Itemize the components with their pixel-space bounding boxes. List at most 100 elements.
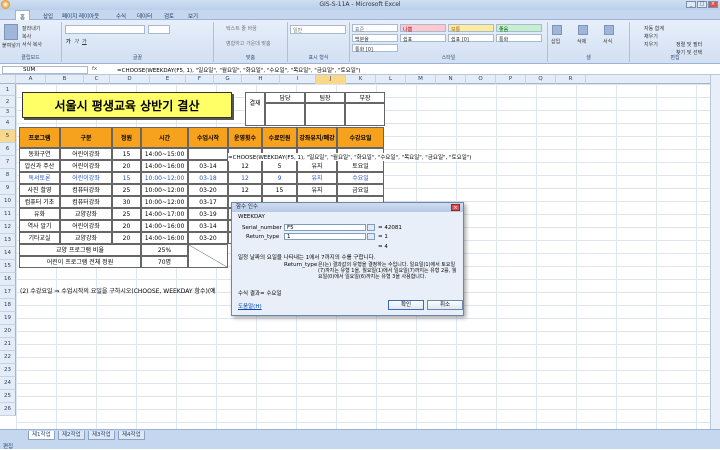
wrap-text-button[interactable]: 텍스트 줄 바꿈: [226, 25, 257, 32]
cancel-button[interactable]: 취소: [427, 300, 463, 310]
tab-insert[interactable]: 삽입: [43, 12, 53, 20]
cell-sessions[interactable]: 12: [228, 172, 262, 184]
sign-staff[interactable]: [265, 103, 305, 126]
header-weekday[interactable]: 수강요일: [337, 127, 384, 148]
underline-button[interactable]: 가: [82, 38, 87, 45]
column-header-f[interactable]: F: [186, 75, 214, 84]
column-header-g[interactable]: G: [214, 75, 242, 84]
cell-program[interactable]: 독서토론: [19, 172, 60, 184]
column-header-q[interactable]: Q: [526, 75, 556, 84]
cell-status[interactable]: 유지: [297, 172, 337, 184]
column-header-a[interactable]: A: [16, 75, 46, 84]
row-header-3[interactable]: 3: [0, 108, 16, 117]
select-all-corner[interactable]: [0, 75, 16, 84]
column-header-r[interactable]: R: [556, 75, 586, 84]
autosum-button[interactable]: 자동 합계: [644, 25, 664, 32]
font-name-select[interactable]: [65, 25, 145, 34]
column-header-o[interactable]: O: [466, 75, 496, 84]
sort-filter-button[interactable]: 정렬 및 필터: [676, 41, 702, 48]
row-header-25[interactable]: 25: [0, 390, 16, 403]
cell-capacity[interactable]: 25: [112, 208, 141, 220]
cell-capacity[interactable]: 20: [112, 232, 141, 244]
format-cells-icon[interactable]: [604, 25, 614, 35]
header-status[interactable]: 강좌유지/폐강: [297, 127, 337, 148]
arg1-collapse-icon[interactable]: [367, 224, 375, 231]
column-header-p[interactable]: P: [496, 75, 526, 84]
row-header-10[interactable]: 10: [0, 195, 16, 208]
row-header-4[interactable]: 4: [0, 117, 16, 130]
style-bad[interactable]: 나쁨: [400, 24, 446, 33]
column-header-j[interactable]: J: [316, 75, 346, 84]
column-header-i[interactable]: I: [280, 75, 316, 84]
row-header-20[interactable]: 20: [0, 325, 16, 338]
cell-start-date[interactable]: 03-14: [188, 220, 228, 232]
row-header-5[interactable]: 5: [0, 130, 16, 143]
cell-weekday[interactable]: 금요일: [337, 184, 384, 196]
column-header-m[interactable]: M: [406, 75, 436, 84]
minimize-icon[interactable]: _: [686, 1, 696, 8]
cell-program[interactable]: 유화: [19, 208, 60, 220]
row-header-24[interactable]: 24: [0, 377, 16, 390]
header-start-date[interactable]: 수업시작: [188, 127, 228, 148]
close-icon[interactable]: ×: [708, 1, 718, 8]
sheet-tab-2[interactable]: 제2작업: [58, 431, 85, 440]
clear-button[interactable]: 지우기: [644, 41, 658, 48]
column-header-n[interactable]: N: [436, 75, 466, 84]
style-neutral[interactable]: 보통: [448, 24, 494, 33]
row-header-14[interactable]: 14: [0, 247, 16, 260]
row-header-23[interactable]: 23: [0, 364, 16, 377]
row-header-16[interactable]: 16: [0, 273, 16, 286]
row-header-18[interactable]: 18: [0, 299, 16, 312]
merge-center-button[interactable]: 병합하고 가운데 맞춤: [226, 40, 271, 47]
sheet-tab-4[interactable]: 제4작업: [118, 431, 145, 440]
cell-category[interactable]: 컴퓨터강좌: [60, 184, 112, 196]
tab-review[interactable]: 검토: [164, 12, 174, 20]
cell-category[interactable]: 어린이강좌: [60, 172, 112, 184]
cell-capacity[interactable]: 25: [112, 184, 141, 196]
cell-capacity[interactable]: 20: [112, 220, 141, 232]
cell-program[interactable]: 역사 알기: [19, 220, 60, 232]
tab-page-layout[interactable]: 페이지 레이아웃: [62, 12, 99, 20]
ok-button[interactable]: 확인: [388, 300, 424, 310]
cell-start-date[interactable]: [188, 148, 228, 160]
style-comma[interactable]: 쉼표: [400, 34, 446, 43]
cell-program[interactable]: 동화구연: [19, 148, 60, 160]
cell-start-date[interactable]: 03-20: [188, 184, 228, 196]
tab-formulas[interactable]: 수식: [116, 12, 126, 20]
cell-sessions[interactable]: 12: [228, 184, 262, 196]
arg2-input[interactable]: 1: [284, 233, 366, 240]
arg2-collapse-icon[interactable]: [367, 233, 375, 240]
cell-program[interactable]: 컴퓨터 기초: [19, 196, 60, 208]
header-program[interactable]: 프로그램: [19, 127, 60, 148]
italic-button[interactable]: 가: [74, 38, 79, 45]
copy-button[interactable]: 복사: [22, 33, 31, 40]
row-header-15[interactable]: 15: [0, 260, 16, 273]
cell-category[interactable]: 어린이강좌: [60, 148, 112, 160]
column-header-k[interactable]: K: [346, 75, 376, 84]
row-header-2[interactable]: 2: [0, 96, 16, 108]
cell-category[interactable]: 어린이강좌: [60, 160, 112, 172]
cell-start-date[interactable]: 03-19: [188, 208, 228, 220]
insert-cells-icon[interactable]: [552, 25, 562, 35]
format-cells-button[interactable]: 서식: [603, 38, 612, 45]
column-header-b[interactable]: B: [46, 75, 84, 84]
cell-time[interactable]: 10:00~12:00: [141, 172, 188, 184]
header-sessions[interactable]: 운영횟수: [228, 127, 262, 148]
cell-category[interactable]: 교양강좌: [60, 208, 112, 220]
style-currency[interactable]: 통화: [496, 34, 542, 43]
cell-edit-text[interactable]: =CHOOSE(WEEKDAY(F5, 1), "일요일", "월요일", "화…: [228, 153, 472, 161]
tab-home[interactable]: 홈: [15, 10, 31, 21]
bold-button[interactable]: 가: [66, 38, 71, 45]
cell-time[interactable]: 10:00~12:00: [141, 196, 188, 208]
delete-cells-icon[interactable]: [578, 25, 588, 35]
cell-time[interactable]: 14:00~15:00: [141, 148, 188, 160]
cell-program[interactable]: 압신과 주산: [19, 160, 60, 172]
cell-time[interactable]: 10:00~12:00: [141, 184, 188, 196]
cell-completed[interactable]: 9: [262, 172, 297, 184]
header-capacity[interactable]: 정원: [112, 127, 141, 148]
header-time[interactable]: 시간: [141, 127, 188, 148]
row-header-9[interactable]: 9: [0, 182, 16, 195]
column-header-c[interactable]: C: [84, 75, 110, 84]
paste-button[interactable]: 붙여넣기: [2, 42, 20, 49]
tab-data[interactable]: 데이터: [137, 12, 152, 20]
